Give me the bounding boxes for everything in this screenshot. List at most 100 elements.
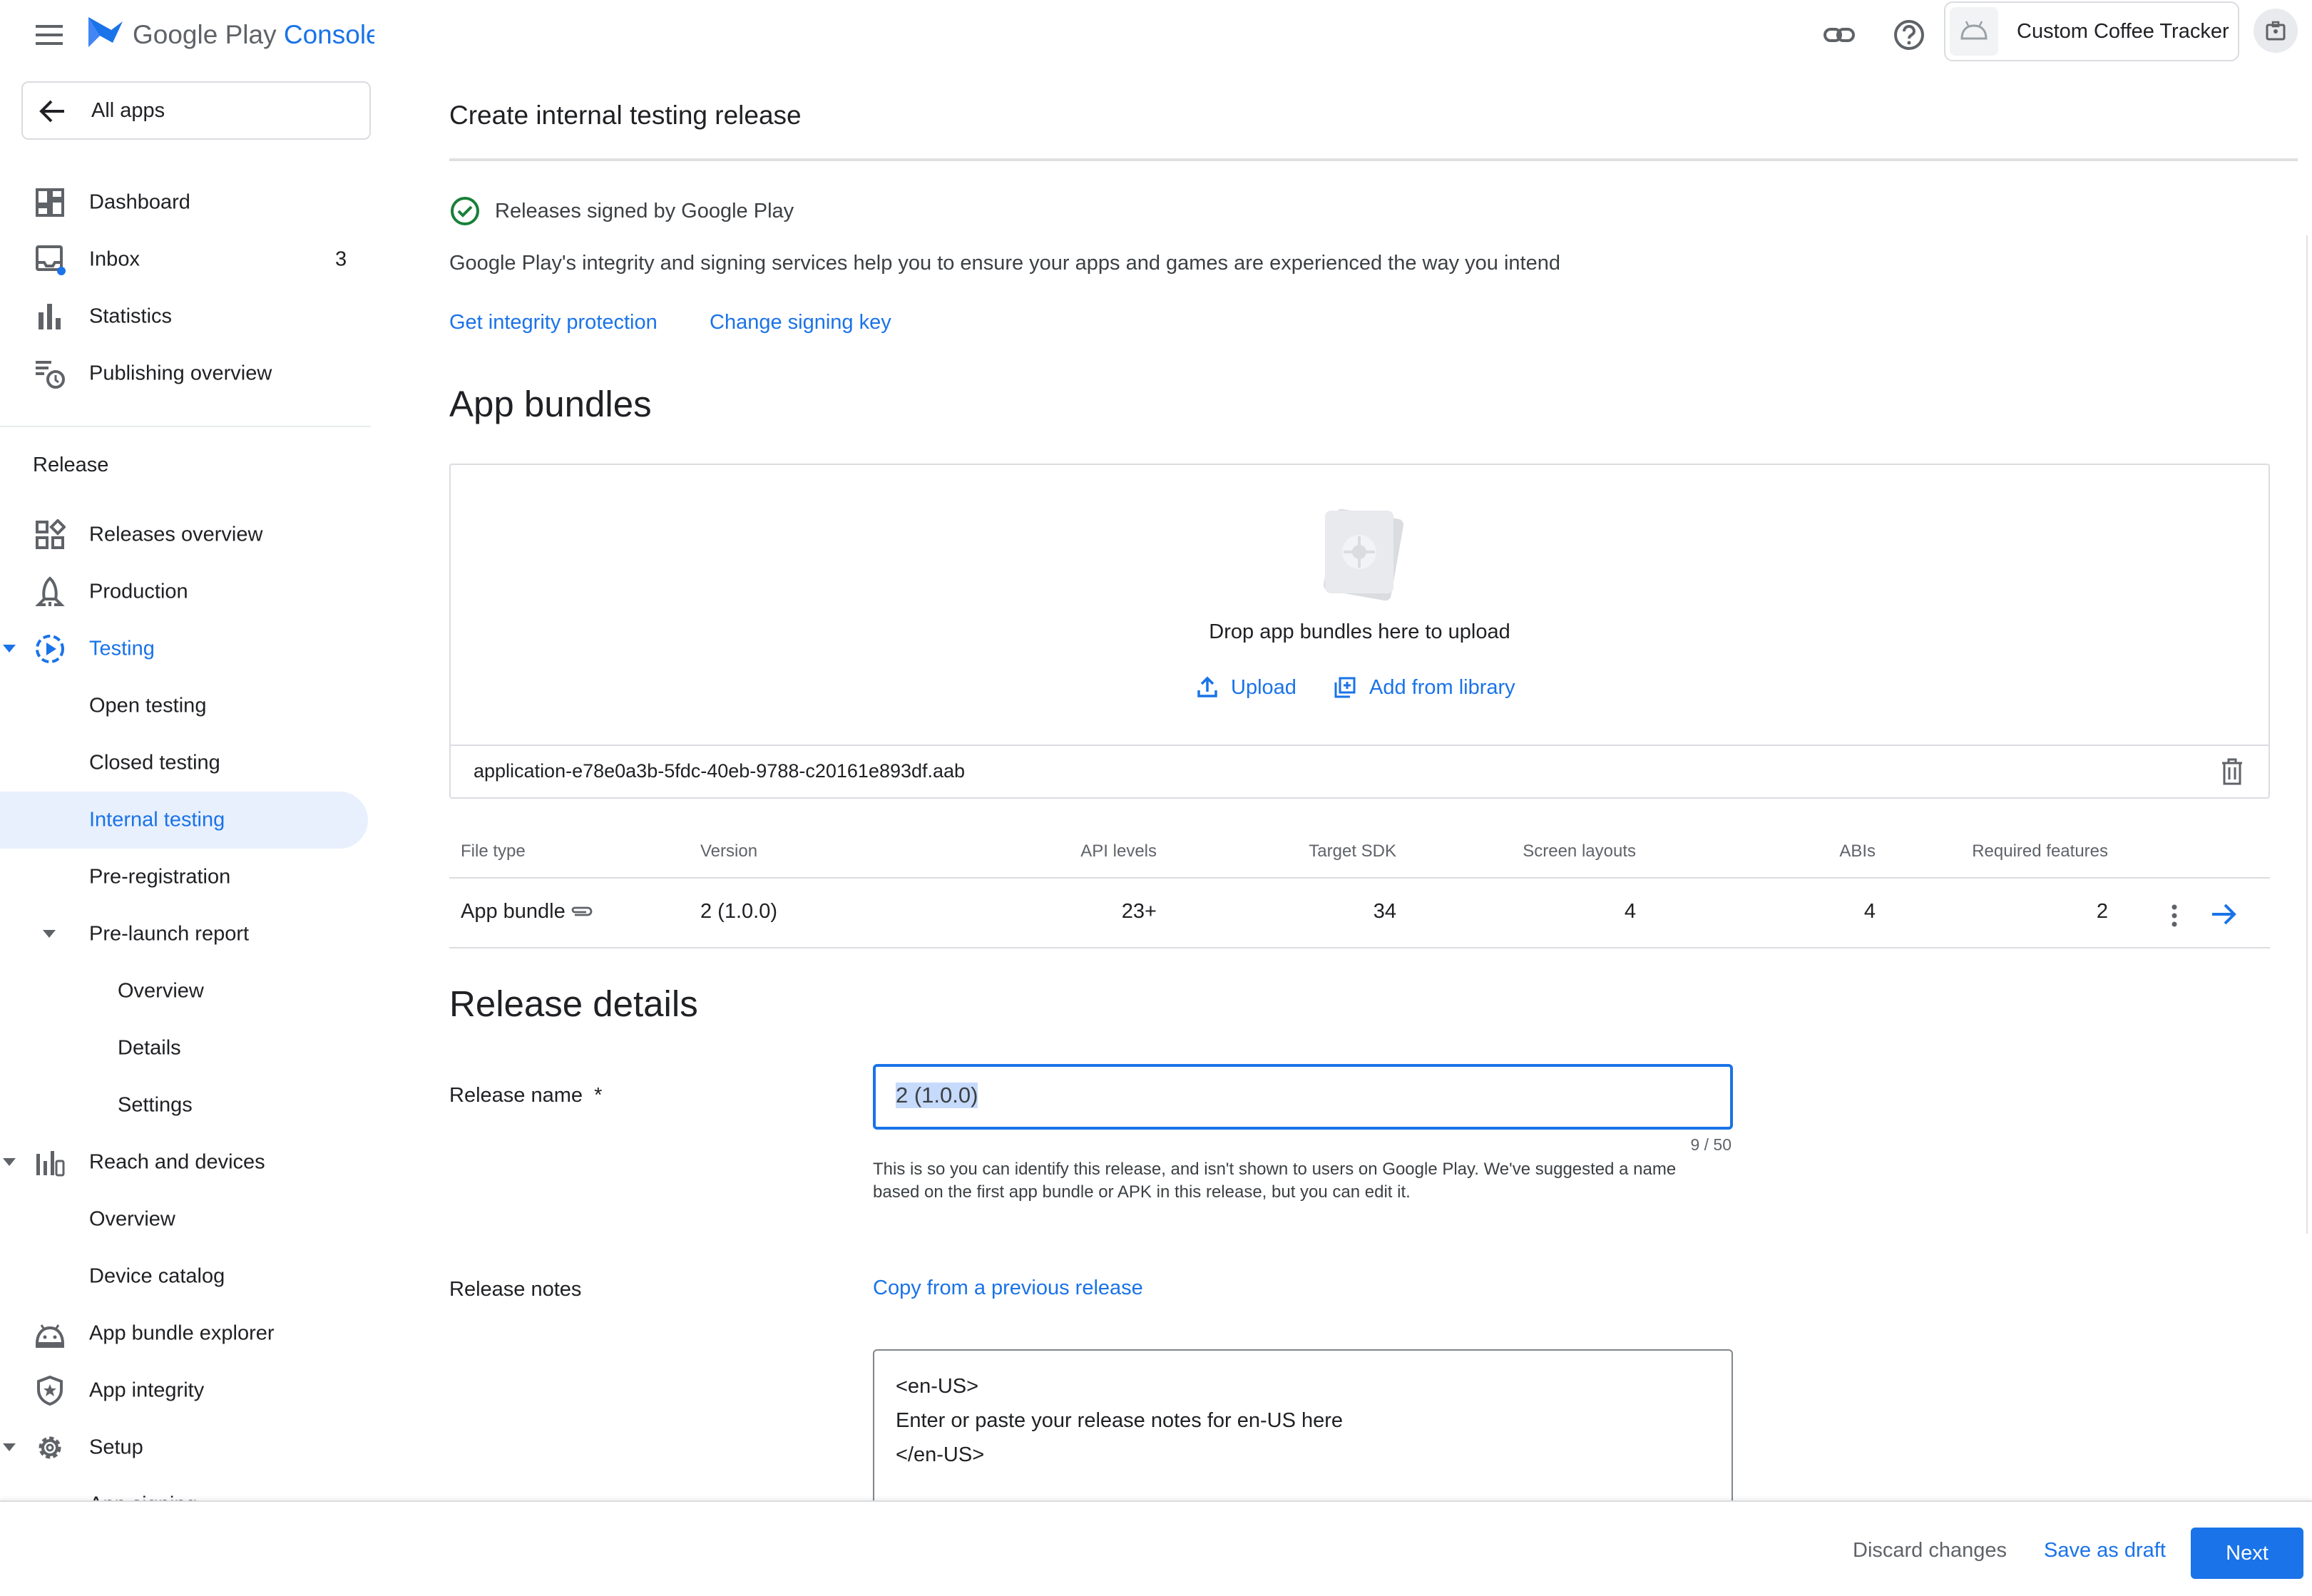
- sidebar-section-release: Release: [33, 454, 109, 476]
- save-as-draft-button[interactable]: Save as draft: [2044, 1539, 2166, 1562]
- sidebar-item-label: Setup: [89, 1436, 143, 1459]
- upload-icon: [1197, 676, 1218, 699]
- sidebar-item-plr-details[interactable]: Details: [0, 1020, 371, 1077]
- sidebar-item-releases-overview[interactable]: Releases overview: [0, 506, 371, 563]
- inbox-count-badge: 3: [335, 247, 347, 271]
- testing-icon: [34, 633, 66, 665]
- menu-icon[interactable]: [34, 23, 64, 47]
- character-counter: 9 / 50: [1690, 1135, 1732, 1154]
- sidebar: Google Play Console All apps Dashboard I…: [0, 0, 374, 1595]
- sidebar-item-label: Pre-launch report: [89, 922, 250, 946]
- sidebar-item-label: Internal testing: [89, 808, 225, 832]
- sidebar-item-pre-registration[interactable]: Pre-registration: [0, 849, 371, 906]
- release-notes-line-3: </en-US>: [896, 1443, 985, 1466]
- sidebar-item-label: Statistics: [89, 305, 173, 328]
- arrow-forward-icon[interactable]: [2209, 901, 2238, 927]
- get-integrity-protection-link[interactable]: Get integrity protection: [449, 311, 658, 334]
- chevron-down-icon: [3, 645, 16, 653]
- release-name-help-1: This is so you can identify this release…: [873, 1160, 1677, 1179]
- cell-abis: 4: [1863, 900, 1876, 923]
- sidebar-item-inbox[interactable]: Inbox 3: [0, 231, 371, 288]
- sidebar-item-setup[interactable]: Setup: [0, 1419, 371, 1476]
- upload-dropzone[interactable]: Drop app bundles here to upload Upload A…: [449, 464, 2270, 799]
- gear-icon: [34, 1432, 66, 1463]
- link-icon[interactable]: [1823, 19, 1856, 51]
- sidebar-item-statistics[interactable]: Statistics: [0, 288, 371, 345]
- signing-status: Releases signed by Google Play: [495, 200, 794, 222]
- sidebar-item-rad-overview[interactable]: Overview: [0, 1191, 371, 1248]
- product-name-part2: Console: [283, 20, 374, 49]
- sidebar-item-label: Reach and devices: [89, 1150, 265, 1174]
- column-header-screen-layouts: Screen layouts: [1523, 842, 1636, 861]
- app-selector[interactable]: Custom Coffee Tracker: [1944, 1, 2239, 61]
- sidebar-item-label: Testing: [89, 637, 155, 660]
- sidebar-item-pre-launch-report[interactable]: Pre-launch report: [0, 906, 371, 963]
- releases-overview-icon: [34, 519, 66, 551]
- app-bundles-heading: App bundles: [449, 384, 652, 424]
- more-vert-icon[interactable]: [2165, 901, 2184, 930]
- play-console-logo-icon: [84, 14, 124, 54]
- chevron-down-icon: [3, 1443, 16, 1452]
- bundle-file-icon: [1314, 503, 1406, 603]
- sidebar-item-app-bundle-explorer[interactable]: App bundle explorer: [0, 1305, 371, 1362]
- dashboard-icon: [34, 187, 66, 218]
- sidebar-item-publishing-overview[interactable]: Publishing overview: [0, 345, 371, 402]
- all-apps-label: All apps: [91, 99, 165, 122]
- sidebar-item-label: App integrity: [89, 1378, 205, 1402]
- column-header-target-sdk: Target SDK: [1309, 842, 1396, 861]
- sidebar-item-internal-testing[interactable]: Internal testing: [0, 792, 368, 849]
- header-divider: [449, 158, 2298, 161]
- scrollbar-track[interactable]: [2306, 235, 2308, 1234]
- required-marker: *: [594, 1084, 603, 1107]
- check-circle-icon: [449, 195, 481, 227]
- help-icon[interactable]: [1893, 19, 1925, 51]
- sidebar-divider: [0, 426, 371, 427]
- release-name-input[interactable]: 2 (1.0.0): [873, 1064, 1733, 1130]
- cell-required-features: 2: [2096, 900, 2108, 923]
- next-button[interactable]: Next: [2191, 1528, 2303, 1579]
- sidebar-item-label: Settings: [118, 1093, 193, 1117]
- dropzone-text: Drop app bundles here to upload: [1209, 620, 1510, 643]
- app-avatar: [1950, 7, 1998, 56]
- account-avatar[interactable]: [2254, 9, 2298, 53]
- android-icon: [1960, 20, 1988, 41]
- product-name: Google Play Console: [133, 20, 374, 50]
- shield-icon: [34, 1375, 66, 1406]
- reach-and-devices-icon: [34, 1147, 66, 1178]
- sidebar-item-closed-testing[interactable]: Closed testing: [0, 735, 371, 792]
- cell-screen-layouts: 4: [1624, 900, 1636, 923]
- sidebar-item-label: Dashboard: [89, 190, 190, 214]
- discard-changes-button[interactable]: Discard changes: [1853, 1539, 2007, 1562]
- sidebar-item-plr-settings[interactable]: Settings: [0, 1077, 371, 1134]
- sidebar-item-label: Closed testing: [89, 751, 220, 774]
- chevron-down-icon: [3, 1158, 16, 1167]
- uploaded-file-name: application-e78e0a3b-5fdc-40eb-9788-c201…: [474, 760, 966, 782]
- sidebar-item-label: App bundle explorer: [89, 1321, 275, 1345]
- sidebar-item-testing[interactable]: Testing: [0, 620, 371, 677]
- sidebar-item-app-integrity[interactable]: App integrity: [0, 1362, 371, 1419]
- sidebar-item-device-catalog[interactable]: Device catalog: [0, 1248, 371, 1305]
- upload-button[interactable]: Upload: [1197, 672, 1311, 705]
- add-from-library-button[interactable]: Add from library: [1334, 672, 1548, 705]
- android-icon: [34, 1318, 66, 1349]
- sidebar-item-production[interactable]: Production: [0, 563, 371, 620]
- release-notes-line-1: <en-US>: [896, 1375, 979, 1398]
- column-header-required-features: Required features: [1972, 842, 2108, 861]
- sidebar-item-label: Overview: [89, 1207, 175, 1231]
- page-title: Create internal testing release: [449, 101, 802, 130]
- change-signing-key-link[interactable]: Change signing key: [710, 311, 891, 334]
- copy-from-previous-release-link[interactable]: Copy from a previous release: [873, 1277, 1143, 1300]
- upload-label: Upload: [1231, 676, 1296, 699]
- cell-api-levels: 23+: [1121, 900, 1157, 923]
- cell-file-type: App bundle: [461, 900, 566, 923]
- sidebar-item-reach-and-devices[interactable]: Reach and devices: [0, 1134, 371, 1191]
- publishing-overview-icon: [34, 358, 66, 389]
- sidebar-item-label: Overview: [118, 979, 204, 1003]
- app-selector-label: Custom Coffee Tracker: [2017, 20, 2229, 43]
- footer-bar: Discard changes Save as draft Next: [0, 1500, 2312, 1596]
- delete-icon[interactable]: [2219, 757, 2245, 786]
- all-apps-button[interactable]: All apps: [21, 81, 371, 140]
- sidebar-item-plr-overview[interactable]: Overview: [0, 963, 371, 1020]
- sidebar-item-open-testing[interactable]: Open testing: [0, 677, 371, 735]
- sidebar-item-dashboard[interactable]: Dashboard: [0, 174, 371, 231]
